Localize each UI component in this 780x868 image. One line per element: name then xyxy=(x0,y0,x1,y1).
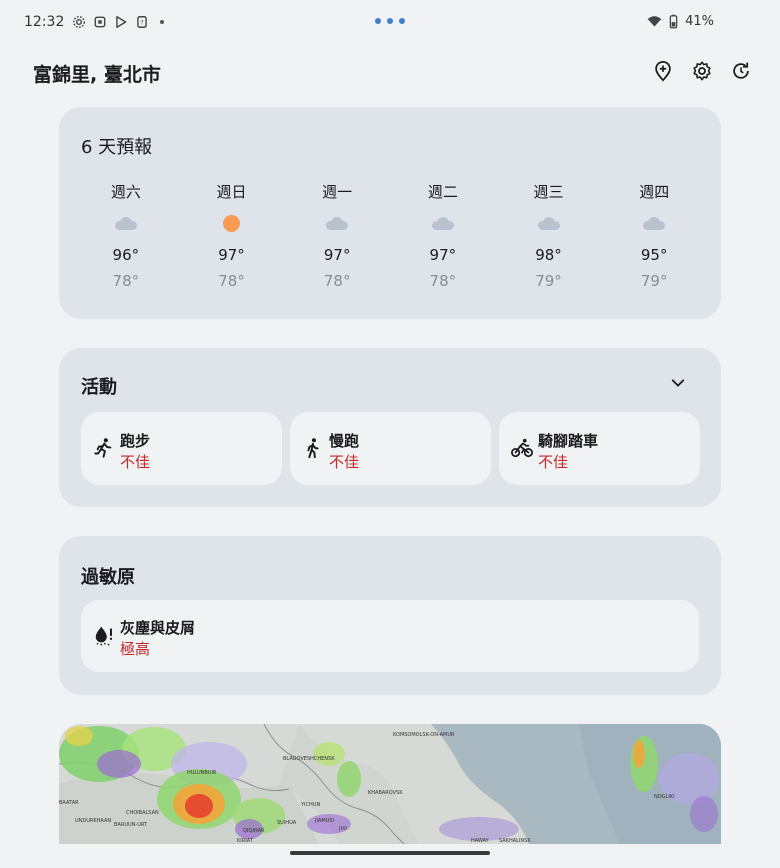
day-name: 週二 xyxy=(427,183,458,201)
gear-icon xyxy=(693,61,711,81)
app-notification-icon: ? xyxy=(137,16,147,28)
svg-text:?: ? xyxy=(140,20,143,26)
day-low: 79° xyxy=(535,272,562,290)
forecast-card: 6 天預報 週六 96° 78° 週日 97° 78° 週一 97° 78° 週… xyxy=(59,107,721,319)
activity-label: 慢跑 xyxy=(329,432,360,450)
status-time: 12:32 xyxy=(24,14,65,30)
forecast-title: 6 天預報 xyxy=(81,137,153,158)
svg-text:JIAMUSI: JIAMUSI xyxy=(314,818,334,824)
day-name: 週六 xyxy=(110,183,141,201)
day-low: 78° xyxy=(323,272,351,290)
day-high: 97° xyxy=(323,246,351,264)
activity-status: 不佳 xyxy=(329,453,360,471)
status-bar: 12:32 ? 41% xyxy=(0,0,780,46)
svg-text:SAKHALINSK: SAKHALINSK xyxy=(499,838,531,844)
cloud-icon xyxy=(326,216,349,230)
settings-notification-icon xyxy=(73,16,85,28)
forecast-day[interactable]: 週一 97° 78° xyxy=(284,181,390,290)
radar-map-image: KOMSOMOLSK-ON-AMUR HULUNBUIR BLAGOVESHCH… xyxy=(59,724,721,844)
gesture-navigation-bar[interactable] xyxy=(290,851,490,855)
svg-text:NOGLIKI: NOGLIKI xyxy=(654,794,675,800)
day-name: 週日 xyxy=(216,183,247,201)
day-low: 78° xyxy=(218,272,245,290)
cloud-icon xyxy=(643,216,666,230)
dust-icon xyxy=(95,626,112,646)
running-icon xyxy=(94,438,112,458)
window-handle[interactable] xyxy=(375,18,405,24)
activity-tile-cycling[interactable]: 騎腳踏車 不佳 xyxy=(499,412,700,485)
day-name: 週四 xyxy=(639,183,670,201)
svg-text:BARUUN-URT: BARUUN-URT xyxy=(114,822,148,828)
day-name: 週一 xyxy=(322,183,353,201)
forecast-day[interactable]: 週二 97° 78° xyxy=(390,181,496,290)
chevron-down-icon[interactable] xyxy=(669,374,687,392)
forecast-days: 週六 96° 78° 週日 97° 78° 週一 97° 78° 週二 97° … xyxy=(73,181,707,290)
activities-title: 活動 xyxy=(81,377,117,398)
allergen-tile-dust[interactable]: 灰塵與皮屑 極高 xyxy=(81,600,699,672)
weather-radar-map[interactable]: KOMSOMOLSK-ON-AMUR HULUNBUIR BLAGOVESHCH… xyxy=(59,724,721,844)
cloud-icon xyxy=(431,216,454,230)
battery-icon xyxy=(669,14,678,29)
cloud-icon xyxy=(114,216,137,230)
sun-icon xyxy=(223,214,240,232)
refresh-icon xyxy=(733,62,749,79)
forecast-day[interactable]: 週日 97° 78° xyxy=(179,181,285,290)
cycling-icon xyxy=(511,438,533,458)
play-store-notification-icon xyxy=(116,16,127,28)
svg-text:JIXI: JIXI xyxy=(338,826,347,832)
allergens-card: 過敏原 灰塵與皮屑 極高 xyxy=(59,536,721,695)
svg-text:YICHUN: YICHUN xyxy=(300,802,320,808)
allergens-title: 過敏原 xyxy=(81,567,135,588)
forecast-day[interactable]: 週三 98° 79° xyxy=(496,181,602,290)
svg-text:HULUNBUIR: HULUNBUIR xyxy=(187,770,217,776)
more-notifications-dot xyxy=(160,20,164,24)
svg-text:KOMSOMOLSK-ON-AMUR: KOMSOMOLSK-ON-AMUR xyxy=(393,732,455,738)
day-low: 79° xyxy=(640,272,668,290)
location-title: 富錦里, 臺北市 xyxy=(33,64,161,86)
activity-status: 不佳 xyxy=(120,453,151,471)
allergen-label: 灰塵與皮屑 xyxy=(120,619,196,637)
day-name: 週三 xyxy=(533,183,564,201)
svg-text:SUIHUA: SUIHUA xyxy=(277,820,297,826)
settings-button[interactable] xyxy=(691,60,713,82)
day-high: 95° xyxy=(640,246,668,264)
cloud-icon xyxy=(537,216,560,230)
day-high: 97° xyxy=(218,246,245,264)
walking-icon xyxy=(307,438,319,459)
day-low: 78° xyxy=(429,272,457,290)
allergen-status: 極高 xyxy=(120,640,151,658)
activity-tile-jogging[interactable]: 慢跑 不佳 xyxy=(290,412,491,485)
activity-tiles: 跑步 不佳 慢跑 不佳 騎腳踏車 不佳 xyxy=(81,412,700,485)
activity-status: 不佳 xyxy=(538,453,569,471)
battery-percent: 41% xyxy=(685,14,714,29)
activities-card: 活動 跑步 不佳 慢跑 不佳 騎腳踏車 不佳 xyxy=(59,348,721,507)
svg-text:QIQIHAR: QIQIHAR xyxy=(243,828,265,834)
day-high: 98° xyxy=(535,246,562,264)
add-location-button[interactable] xyxy=(652,60,674,82)
day-high: 97° xyxy=(429,246,457,264)
add-location-icon xyxy=(655,60,671,82)
day-low: 78° xyxy=(112,272,140,290)
svg-text:BAATAR: BAATAR xyxy=(59,800,79,806)
svg-text:KHABAROVSK: KHABAROVSK xyxy=(368,790,403,796)
svg-text:KIRIAT: KIRIAT xyxy=(237,838,254,844)
forecast-day[interactable]: 週六 96° 78° xyxy=(73,181,179,290)
refresh-button[interactable] xyxy=(730,60,752,82)
svg-text:UNDURKHAAN: UNDURKHAAN xyxy=(75,818,111,824)
activity-label: 騎腳踏車 xyxy=(538,432,599,450)
screenshot-notification-icon xyxy=(94,16,106,28)
status-right: 41% xyxy=(647,14,714,29)
header-actions xyxy=(652,60,752,82)
svg-text:HAWAY: HAWAY xyxy=(471,838,490,844)
forecast-day[interactable]: 週四 95° 79° xyxy=(601,181,707,290)
wifi-icon xyxy=(647,16,662,27)
svg-text:CHOIBALSAN: CHOIBALSAN xyxy=(126,810,159,816)
day-high: 96° xyxy=(112,246,140,264)
svg-text:BLAGOVESHCHENSK: BLAGOVESHCHENSK xyxy=(283,756,335,762)
status-notification-icons: ? xyxy=(72,15,164,29)
activity-label: 跑步 xyxy=(120,432,151,450)
activity-tile-running[interactable]: 跑步 不佳 xyxy=(81,412,282,485)
